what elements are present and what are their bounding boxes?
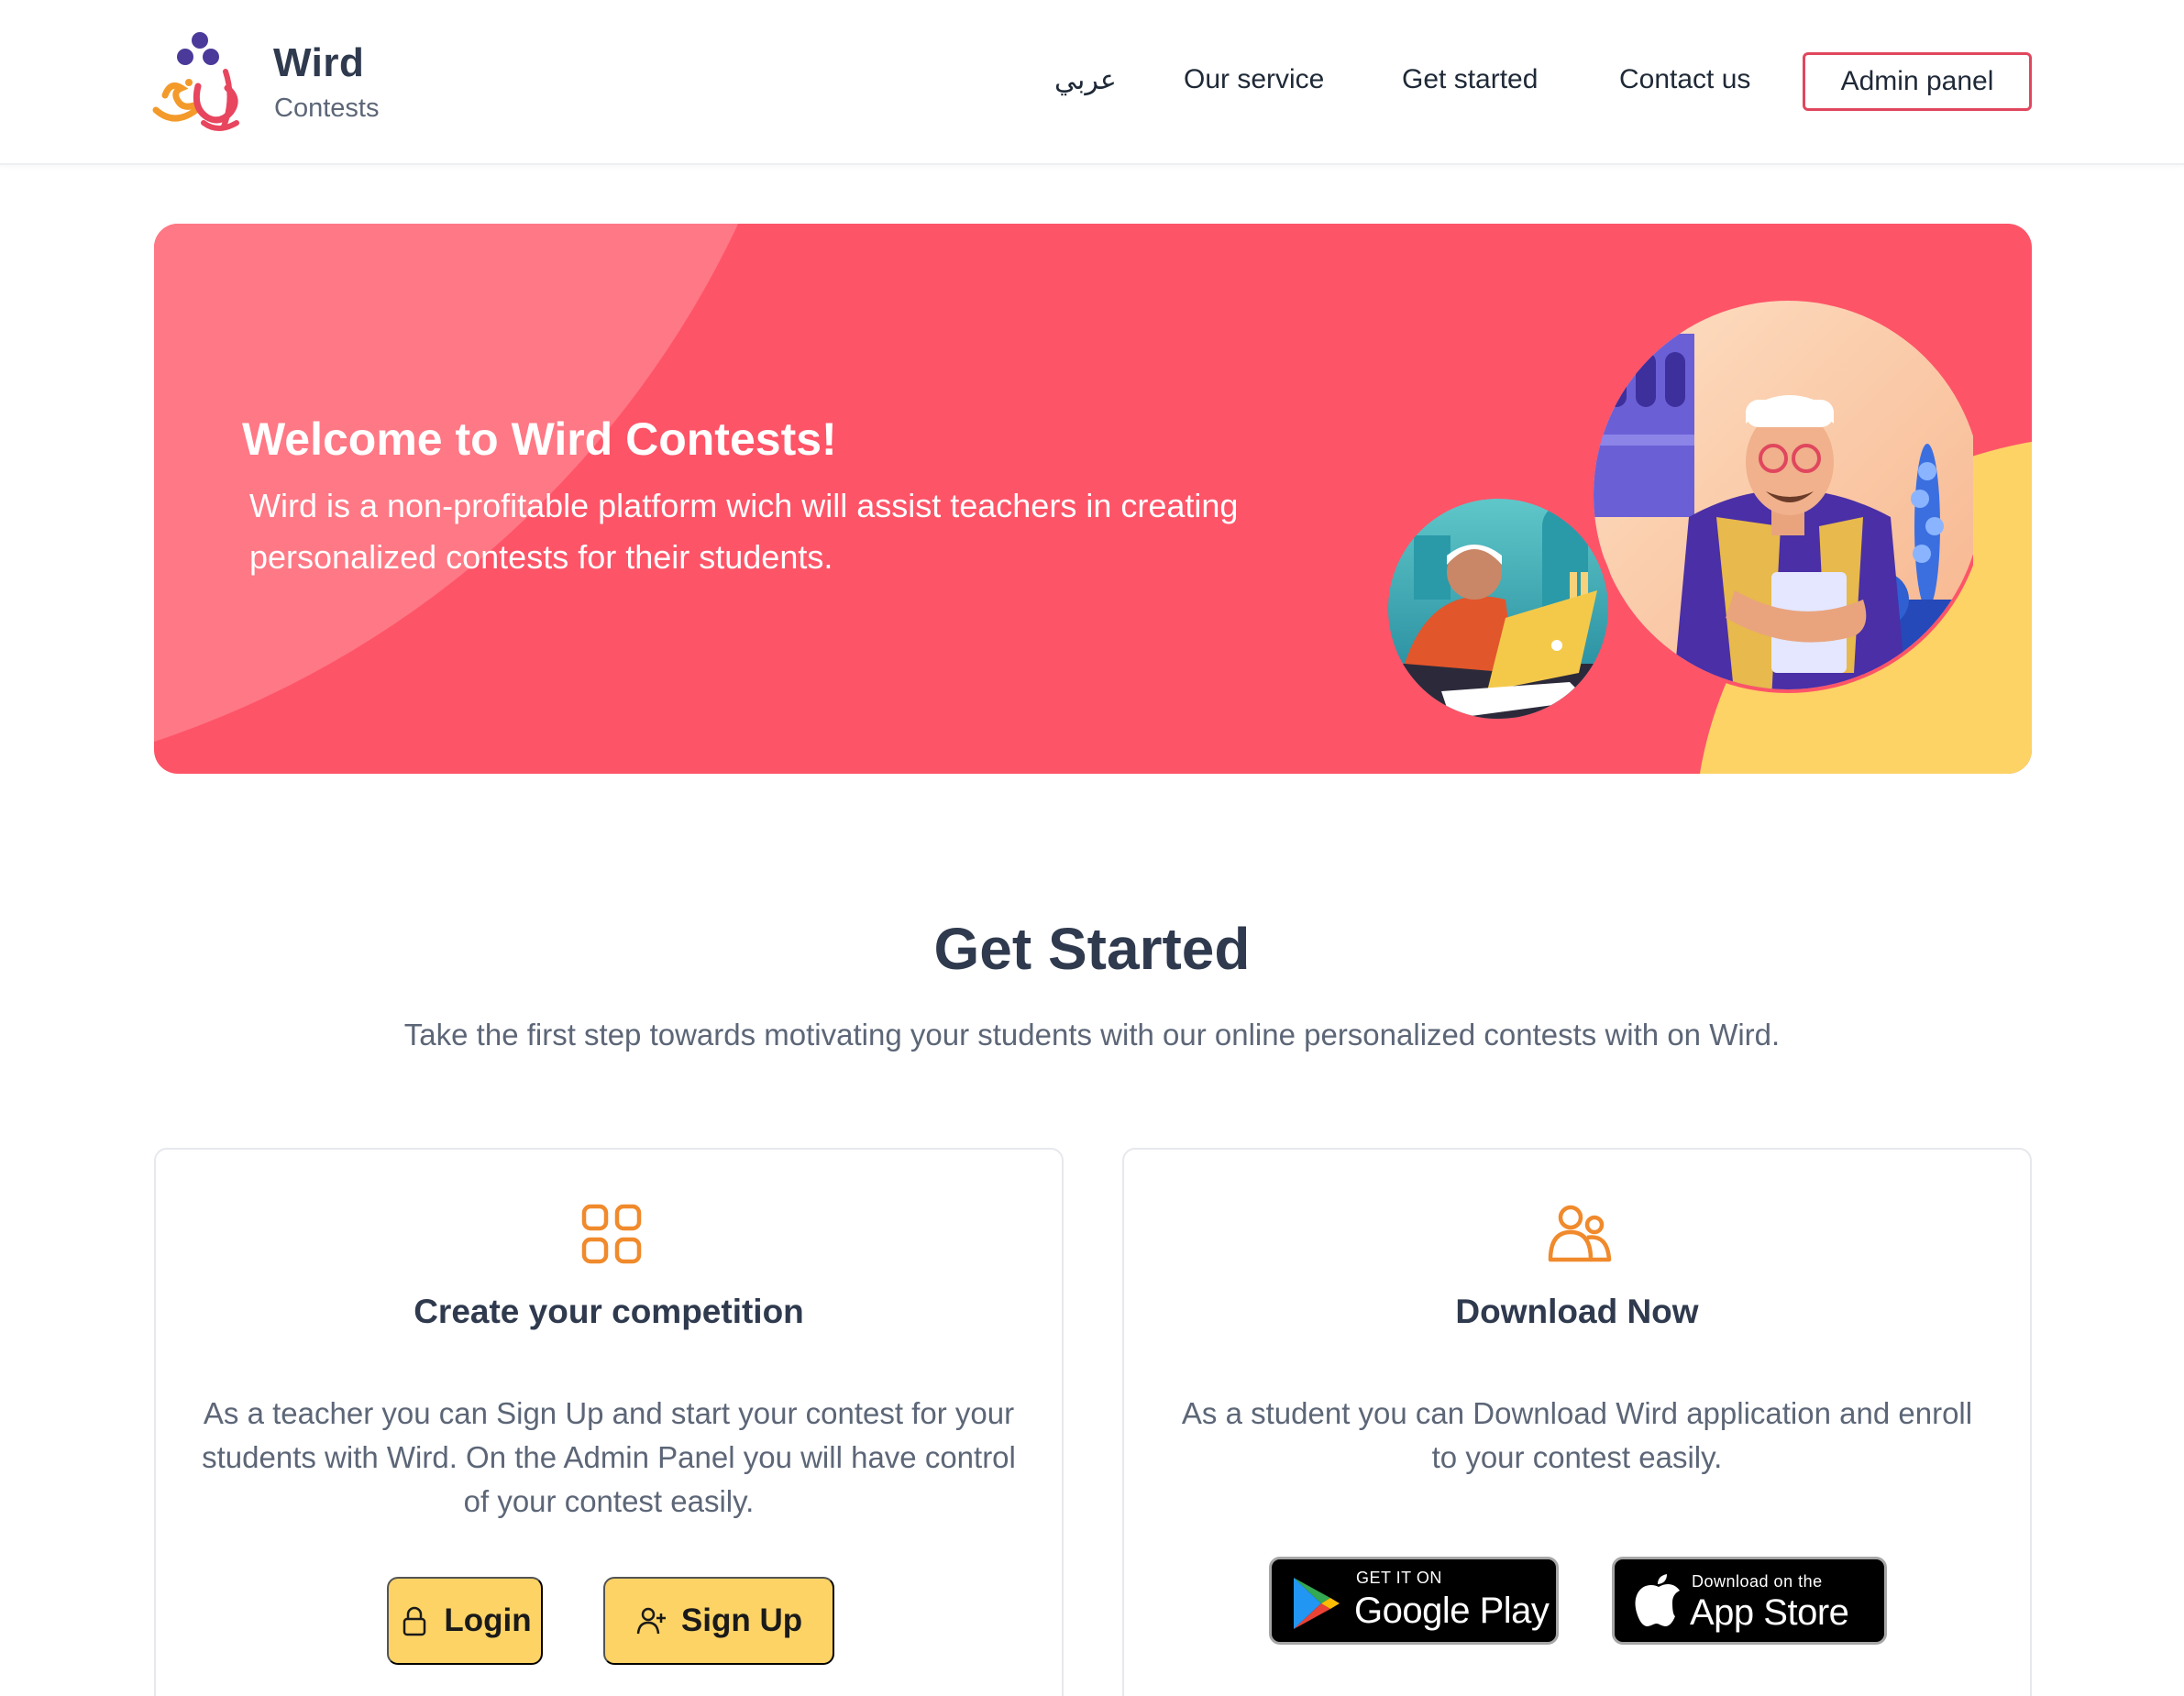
hero-description: Wird is a non-profitable platform wich w… xyxy=(249,487,1239,576)
lock-icon xyxy=(403,1606,426,1636)
signup-label: Sign Up xyxy=(680,1602,803,1638)
brand-subtitle: Contests xyxy=(274,94,380,123)
login-label: Login xyxy=(444,1602,532,1638)
top-navbar: Wird Contests عربي Our service Get start… xyxy=(0,0,2184,165)
hero-banner: Welcome to Wird Contests! Wird is a non-… xyxy=(154,224,2032,774)
download-now-card: Download Now As a student you can Downlo… xyxy=(1122,1148,2032,1696)
apple-icon xyxy=(1635,1574,1680,1626)
login-button[interactable]: Login xyxy=(387,1577,543,1665)
card-text: As a student you can Download Wird appli… xyxy=(1181,1396,1973,1474)
admin-panel-button[interactable]: Admin panel xyxy=(1803,52,2032,111)
hero-title: Welcome to Wird Contests! xyxy=(242,413,837,465)
google-play-button[interactable]: GET IT ON Google Play xyxy=(1269,1557,1559,1645)
nav-our-service[interactable]: Our service xyxy=(1184,64,1324,95)
users-icon xyxy=(1548,1205,1612,1262)
google-play-small: GET IT ON xyxy=(1356,1569,1442,1587)
grid-icon xyxy=(581,1204,642,1264)
nav-language-arabic[interactable]: عربي xyxy=(1054,64,1117,96)
app-store-button[interactable]: Download on the App Store xyxy=(1612,1557,1887,1645)
card-title: Create your competition xyxy=(414,1293,804,1330)
brand[interactable]: Wird Contests xyxy=(152,31,409,136)
get-started-title: Get Started xyxy=(933,916,1251,982)
card-text: As a teacher you can Sign Up and start y… xyxy=(202,1396,1016,1518)
brand-title: Wird xyxy=(273,40,365,85)
card-title: Download Now xyxy=(1455,1293,1699,1330)
app-store-small: Download on the xyxy=(1692,1572,1823,1591)
signup-button[interactable]: Sign Up xyxy=(603,1577,834,1665)
user-plus-icon xyxy=(636,1607,666,1635)
get-started-subtitle: Take the first step towards motivating y… xyxy=(403,1018,1781,1052)
hero-illustration xyxy=(1386,297,1973,726)
wird-logo-icon xyxy=(152,32,239,131)
nav-get-started[interactable]: Get started xyxy=(1402,64,1538,95)
google-play-big: Google Play xyxy=(1354,1591,1550,1631)
google-play-icon xyxy=(1294,1578,1340,1629)
nav-contact-us[interactable]: Contact us xyxy=(1619,64,1750,95)
create-competition-card: Create your competition As a teacher you… xyxy=(154,1148,1064,1696)
app-store-big: App Store xyxy=(1690,1592,1849,1633)
